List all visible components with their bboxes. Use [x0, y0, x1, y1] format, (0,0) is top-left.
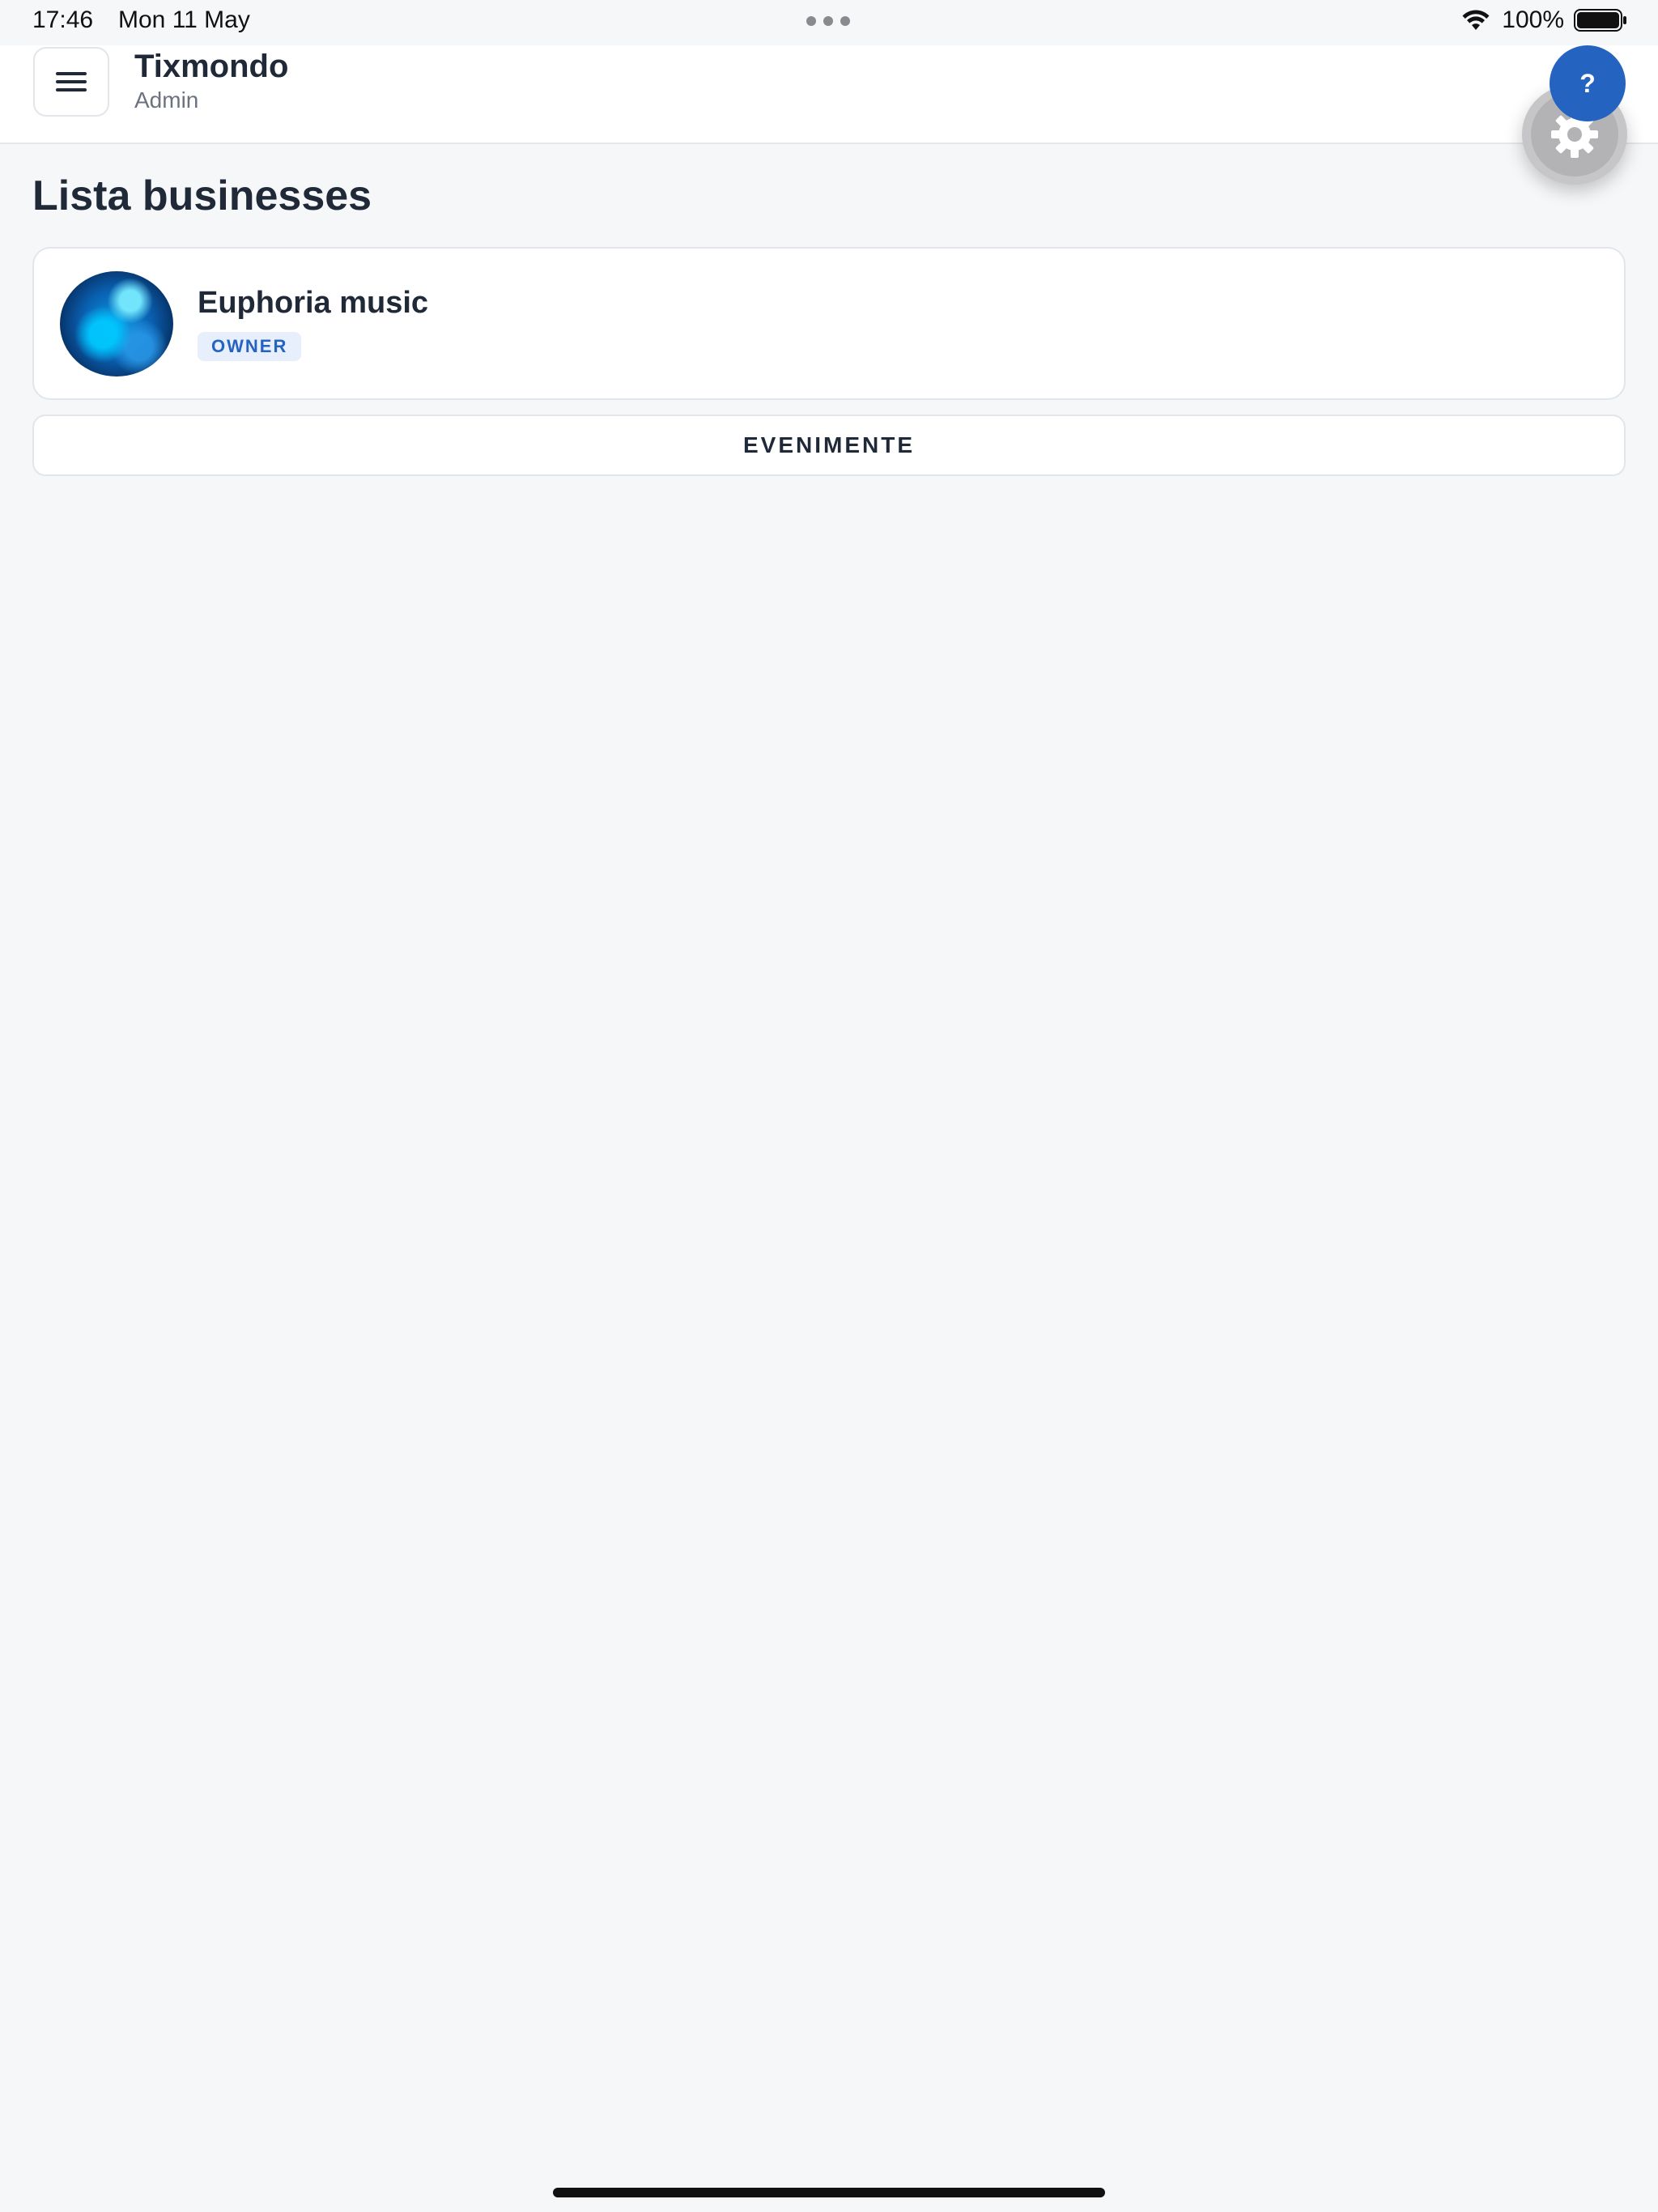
battery-icon	[1574, 9, 1626, 32]
app-subtitle: Admin	[134, 87, 199, 113]
business-avatar	[60, 271, 173, 376]
business-card[interactable]: Euphoria music OWNER	[32, 247, 1626, 400]
role-badge: OWNER	[198, 332, 302, 361]
status-time: 17:46	[32, 6, 94, 33]
battery-percentage: 100%	[1502, 6, 1564, 33]
home-indicator[interactable]	[553, 2188, 1105, 2197]
app-header: Tixmondo Admin	[0, 45, 1658, 144]
menu-button[interactable]	[33, 47, 109, 117]
multitasking-dots-icon[interactable]	[806, 16, 850, 26]
status-date: Mon 11 May	[118, 6, 250, 33]
status-bar: 17:46 Mon 11 May 100%	[0, 0, 1658, 45]
help-button[interactable]: ?	[1550, 45, 1626, 121]
events-button[interactable]: EVENIMENTE	[32, 415, 1626, 476]
app-screen: 17:46 Mon 11 May 100% Tixmondo Admin ? L…	[0, 0, 1658, 2212]
page-title: Lista businesses	[32, 172, 372, 219]
menu-icon	[56, 72, 87, 91]
wifi-icon	[1462, 10, 1490, 30]
status-indicators: 100%	[1461, 6, 1627, 34]
business-name: Euphoria music	[198, 286, 429, 320]
app-title: Tixmondo	[134, 49, 289, 84]
